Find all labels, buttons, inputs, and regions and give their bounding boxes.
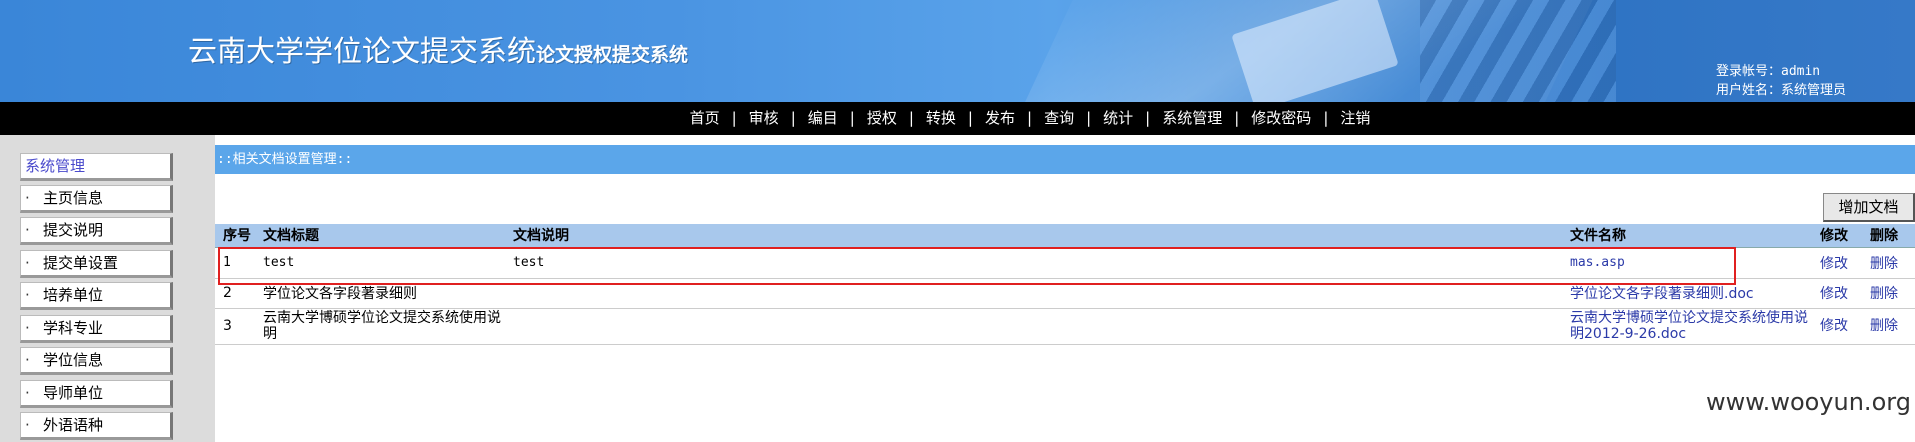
sidebar-item-advisor-units[interactable]: · 导师单位 (20, 380, 173, 408)
bullet-icon: · (25, 351, 30, 369)
cell-title: test (255, 247, 505, 279)
nav-publish[interactable]: 发布 (973, 102, 1027, 135)
cell-description (505, 308, 1562, 345)
cell-no: 2 (215, 278, 255, 309)
sidebar-heading[interactable]: 系统管理 (20, 153, 173, 181)
nav-list: 首页 | 审核 | 编目 | 授权 | 转换 | 发布 | 查询 | 统计 | 系统管理 | 修改… (678, 102, 1383, 135)
col-header-delete: 删除 (1862, 224, 1915, 248)
sidebar-item-languages[interactable]: · 外语语种 (20, 412, 173, 440)
delete-link[interactable]: 删除 (1870, 318, 1898, 334)
bullet-icon: · (25, 416, 30, 434)
sidebar-item-home-info[interactable]: · 主页信息 (20, 185, 173, 213)
add-document-button[interactable]: 增加文档 (1823, 193, 1915, 222)
sidebar-item-submit-instructions[interactable]: · 提交说明 (20, 217, 173, 245)
delete-link[interactable]: 删除 (1870, 286, 1898, 302)
nav-home[interactable]: 首页 (678, 102, 732, 135)
section-title: ::相关文档设置管理:: (215, 145, 1915, 174)
main-content: ::相关文档设置管理:: 增加文档 序号 文档标题 文档说明 文件名称 修改 删… (215, 135, 1915, 442)
sidebar-item-label: 提交单设置 (43, 254, 119, 272)
sidebar-item-degree-info[interactable]: · 学位信息 (20, 347, 173, 375)
file-link[interactable]: 云南大学博硕学位论文提交系统使用说明2012-9-26.doc (1570, 310, 1808, 342)
sidebar-item-label: 导师单位 (43, 384, 104, 402)
nav-convert[interactable]: 转换 (914, 102, 968, 135)
banner-keyboard-image (1420, 0, 1620, 102)
header-banner: 云南大学学位论文提交系统论文授权提交系统 登录帐号：admin 用户姓名：系统管… (0, 0, 1915, 102)
cell-edit: 修改 (1812, 308, 1862, 345)
sidebar-item-label: 提交说明 (43, 221, 104, 239)
nav-statistics[interactable]: 统计 (1091, 102, 1145, 135)
cell-filename: 学位论文各字段著录细则.doc (1562, 278, 1812, 309)
nav-system-admin[interactable]: 系统管理 (1150, 102, 1234, 135)
cell-title: 云南大学博硕学位论文提交系统使用说明 (255, 308, 505, 345)
cell-edit: 修改 (1812, 278, 1862, 309)
sidebar: 系统管理 · 主页信息 · 提交说明 · 提交单设置 · 培养单位 · 学科专业 · 学位信… (0, 135, 215, 442)
bullet-icon: · (25, 254, 30, 272)
file-link[interactable]: 学位论文各字段著录细则.doc (1570, 286, 1754, 302)
table-header-row: 序号 文档标题 文档说明 文件名称 修改 删除 (215, 224, 1915, 248)
table-row: 2 学位论文各字段著录细则 学位论文各字段著录细则.doc 修改 删除 (215, 278, 1915, 309)
bullet-icon: · (25, 221, 30, 239)
nav-authorize[interactable]: 授权 (855, 102, 909, 135)
sidebar-item-label: 学科专业 (43, 319, 104, 337)
col-header-title: 文档标题 (255, 224, 505, 248)
sidebar-item-label: 学位信息 (43, 351, 104, 369)
watermark: www.wooyun.org (1706, 388, 1911, 416)
cell-description (505, 278, 1562, 309)
cell-no: 1 (215, 247, 255, 279)
sidebar-item-label: 外语语种 (43, 416, 104, 434)
edit-link[interactable]: 修改 (1820, 318, 1848, 334)
sidebar-item-training-units[interactable]: · 培养单位 (20, 282, 173, 310)
col-header-description: 文档说明 (505, 224, 1562, 248)
sidebar-item-label: 主页信息 (43, 189, 104, 207)
cell-filename: mas.asp (1562, 247, 1812, 279)
table-row: 3 云南大学博硕学位论文提交系统使用说明 云南大学博硕学位论文提交系统使用说明2… (215, 308, 1915, 345)
documents-table: 序号 文档标题 文档说明 文件名称 修改 删除 1 test test mas.… (215, 224, 1915, 345)
cell-description: test (505, 247, 1562, 279)
sidebar-item-label: 培养单位 (43, 286, 104, 304)
cell-no: 3 (215, 308, 255, 345)
cell-title: 学位论文各字段著录细则 (255, 278, 505, 309)
site-subtitle: 论文授权提交系统 (536, 44, 689, 66)
col-header-edit: 修改 (1812, 224, 1862, 248)
nav-query[interactable]: 查询 (1032, 102, 1086, 135)
cell-delete: 删除 (1862, 308, 1915, 345)
main-nav: 首页 | 审核 | 编目 | 授权 | 转换 | 发布 | 查询 | 统计 | 系统管理 | 修改… (0, 102, 1915, 135)
delete-link[interactable]: 删除 (1870, 256, 1898, 272)
login-account: 登录帐号：admin (1716, 64, 1821, 79)
file-link[interactable]: mas.asp (1570, 255, 1625, 270)
bullet-icon: · (25, 189, 30, 207)
bullet-icon: · (25, 319, 30, 337)
site-title: 云南大学学位论文提交系统论文授权提交系统 (188, 28, 688, 70)
sidebar-item-majors[interactable]: · 学科专业 (20, 315, 173, 343)
cell-delete: 删除 (1862, 247, 1915, 279)
nav-catalog[interactable]: 编目 (796, 102, 850, 135)
nav-review[interactable]: 审核 (737, 102, 791, 135)
nav-change-password[interactable]: 修改密码 (1239, 102, 1323, 135)
login-info: 登录帐号：admin 用户姓名：系统管理员 (1716, 62, 1846, 100)
cell-filename: 云南大学博硕学位论文提交系统使用说明2012-9-26.doc (1562, 308, 1812, 345)
user-name: 用户姓名：系统管理员 (1716, 83, 1847, 98)
site-title-main: 云南大学学位论文提交系统 (188, 34, 537, 68)
bullet-icon: · (25, 286, 30, 304)
nav-logout[interactable]: 注销 (1328, 102, 1382, 135)
edit-link[interactable]: 修改 (1820, 256, 1848, 272)
col-header-no: 序号 (215, 224, 255, 248)
col-header-filename: 文件名称 (1562, 224, 1812, 248)
cell-delete: 删除 (1862, 278, 1915, 309)
bullet-icon: · (25, 384, 30, 402)
cell-edit: 修改 (1812, 247, 1862, 279)
edit-link[interactable]: 修改 (1820, 286, 1848, 302)
sidebar-item-submit-form-settings[interactable]: · 提交单设置 (20, 250, 173, 278)
table-row: 1 test test mas.asp 修改 删除 (215, 247, 1915, 279)
